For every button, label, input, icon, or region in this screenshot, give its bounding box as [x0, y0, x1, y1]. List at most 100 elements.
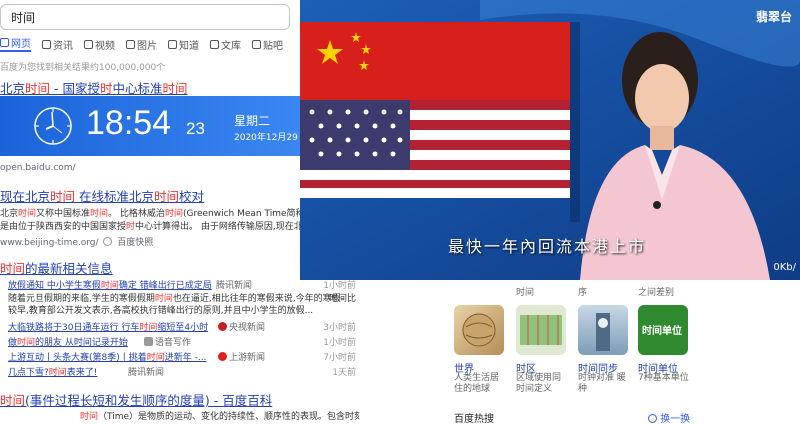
- news-highlight: 时间: [139, 323, 158, 333]
- news-link[interactable]: 几点下雪?时间表来了!: [8, 368, 97, 378]
- result-url[interactable]: www.beijing-time.org/: [0, 238, 99, 248]
- snippet-highlight: 时间: [164, 209, 183, 219]
- search-input[interactable]: 时间: [0, 4, 290, 30]
- image-icon: [126, 39, 135, 49]
- tab-zhidao[interactable]: 知道: [168, 36, 199, 52]
- tab-images[interactable]: 图片: [126, 36, 157, 52]
- tv-news-frame: 翡翠台 最快一年內回流本港上市 0Kb/: [300, 0, 800, 280]
- tab-news[interactable]: 资讯: [42, 36, 73, 52]
- news-summary: 随着元旦假期的来临,学生的寒假假期时间也在逼近,相比往年的寒假来说,今年的寒假 …: [8, 291, 356, 304]
- news-text: 几点下雪?: [8, 368, 49, 378]
- news-text: 上游互动丨头条大赛(第8季)丨挑着: [8, 353, 147, 363]
- snapshot-icon: [103, 237, 113, 246]
- result-link[interactable]: 现在北京时间 在线标准北京时间校对: [0, 189, 204, 204]
- news-item[interactable]: 做时间的朋友 从时间记录开始 语音写作 1小时前: [8, 335, 356, 348]
- title-highlight: 时间: [50, 189, 76, 204]
- news-item[interactable]: 上游互动丨头条大赛(第8季)丨挑着时间进新年 -... 上游新闻 7小时前: [8, 350, 356, 363]
- video-icon: [84, 39, 93, 49]
- hot-search-title: 百度热搜: [454, 414, 494, 425]
- news-item[interactable]: 大临铁路将于30日通车运行 行车时间缩短至4小时 央视新闻 3小时前: [8, 320, 356, 333]
- news-link[interactable]: 放假通知 中小学生寒假时间确定 错峰出行已成定局: [8, 281, 212, 291]
- news-block-title[interactable]: 时间的最新相关信息: [0, 258, 300, 277]
- search-query-text: 时间: [11, 11, 36, 25]
- news-item[interactable]: 几点下雪?时间表来了! 腾讯新闻 1天前: [8, 365, 356, 378]
- news-text: 放假通知 中小学生寒假: [8, 281, 101, 291]
- tab-label: 网页: [11, 39, 31, 50]
- clock-weekday: 星期二: [234, 114, 271, 128]
- result-snippet-line: 北京时间又称中国标准时间。 比格林威治时间(Greenwich Mean Tim…: [0, 206, 300, 219]
- title-text: 的最新相关信息: [25, 261, 113, 276]
- snippet-text: 中心计算得出。 由于网络传输原因,现在北: [135, 222, 300, 232]
- related-tile-timezone[interactable]: [516, 305, 566, 355]
- web-icon: [0, 38, 9, 47]
- result-link[interactable]: 时间的最新相关信息: [0, 261, 113, 276]
- news-link[interactable]: 做时间的朋友 从时间记录开始: [8, 338, 128, 348]
- news-link[interactable]: 大临铁路将于30日通车运行 行车时间缩短至4小时: [8, 323, 208, 333]
- news-link[interactable]: 上游互动丨头条大赛(第8季)丨挑着时间进新年 -...: [8, 353, 206, 363]
- snippet-text: 是由位于陕西西安的中国国家授: [0, 222, 127, 232]
- snippet-text: (Greenwich Mean Time简称GMT)早8: [182, 209, 300, 219]
- news-text: 表来了!: [66, 368, 98, 378]
- related-tile-unit[interactable]: 时间单位: [638, 305, 688, 355]
- result-link[interactable]: 时间(事件过程长短和发生顺序的度量) - 百度百科: [0, 393, 272, 408]
- related-desc: 时钟对准 暖种: [578, 373, 626, 394]
- snippet-highlight: 时间: [90, 209, 109, 219]
- title-text: 现在北京: [0, 189, 51, 204]
- summary-text: 较早,教育部公开发文表示,各高校执行错峰出行的原则,并且中小学生的放假...: [8, 306, 314, 316]
- tab-wenku[interactable]: 文库: [210, 36, 241, 52]
- snippet-text: （Time）是物质的运动、变化的持续性、顺序性的表现。包含时刻: [98, 412, 360, 422]
- related-caption: 之间差别: [638, 288, 675, 298]
- tab-video[interactable]: 视频: [84, 36, 115, 52]
- news-time: 3小时前: [323, 323, 356, 333]
- title-text: 在线标准北京: [75, 189, 155, 204]
- tab-label: 视频: [95, 40, 115, 52]
- news-source: 腾讯新闻: [128, 368, 165, 378]
- tab-web[interactable]: 网页: [0, 36, 31, 52]
- news-text: 的朋友 从时间记录开始: [35, 338, 128, 348]
- network-rate: 0Kb/: [773, 262, 796, 273]
- related-tile-sync[interactable]: [578, 305, 628, 355]
- result-snippet-line: 是由位于陕西西安的中国国家授时中心计算得出。 由于网络传输原因,现在北: [0, 219, 300, 232]
- snapshot-link[interactable]: 百度快照: [117, 238, 153, 248]
- upstream-news-icon: [218, 352, 227, 361]
- title-highlight: 时间: [0, 261, 26, 276]
- result-link[interactable]: 北京时间 - 国家授时中心标准时间: [0, 81, 188, 96]
- tab-label: 贴吧: [263, 40, 283, 52]
- timezone-map-icon: [520, 315, 562, 345]
- question-icon: [168, 39, 177, 49]
- related-caption: 序: [578, 288, 588, 298]
- related-desc: 区域使用同时间定义: [516, 373, 562, 394]
- tab-label: 知道: [179, 40, 199, 52]
- news-time: 1小时前: [323, 338, 356, 348]
- news-highlight: 时间: [48, 368, 67, 378]
- tab-label: 文库: [221, 40, 241, 52]
- news-time: 7小时前: [323, 353, 356, 363]
- clock-icon: [34, 107, 72, 145]
- result-count: 百度为您找到相关结果约100,000,000个: [0, 63, 166, 73]
- snippet-highlight: 时: [126, 222, 136, 232]
- title-highlight: 时: [100, 81, 113, 96]
- clock-time: 18:54: [86, 104, 172, 142]
- news-source: 央视新闻: [229, 323, 266, 333]
- search-tabs: 网页 资讯 视频 图片 知道 文库 贴吧: [0, 36, 300, 52]
- result-snippet-line: 时间（Time）是物质的运动、变化的持续性、顺序性的表现。包含时刻: [0, 409, 360, 422]
- result-title-baike[interactable]: 时间(事件过程长短和发生顺序的度量) - 百度百科: [0, 390, 300, 409]
- refresh-button[interactable]: 换一换: [648, 410, 690, 425]
- news-source: 上游新闻: [229, 353, 266, 363]
- related-tile-world[interactable]: [454, 305, 504, 355]
- result-title-beijing-time[interactable]: 北京时间 - 国家授时中心标准时间: [0, 78, 300, 97]
- document-icon: [210, 39, 219, 49]
- snippet-text: 又称中国标准: [36, 209, 91, 219]
- related-desc: 人类生活居住的地球: [454, 373, 500, 394]
- title-text: 校对: [179, 189, 205, 204]
- snippet-text: 。 比格林威治: [108, 209, 165, 219]
- tv-subtitle: 最快一年內回流本港上市: [448, 237, 647, 256]
- result-url[interactable]: open.baidu.com/: [0, 163, 76, 173]
- result-title-beijing-time-org[interactable]: 现在北京时间 在线标准北京时间校对: [0, 186, 300, 205]
- news-source: 腾讯新闻: [216, 281, 253, 291]
- refresh-icon: [648, 414, 657, 423]
- title-text: 中心标准: [112, 81, 163, 96]
- tab-tieba[interactable]: 贴吧: [252, 36, 283, 52]
- tab-label: 资讯: [53, 40, 73, 52]
- snippet-highlight: 时间: [80, 412, 99, 422]
